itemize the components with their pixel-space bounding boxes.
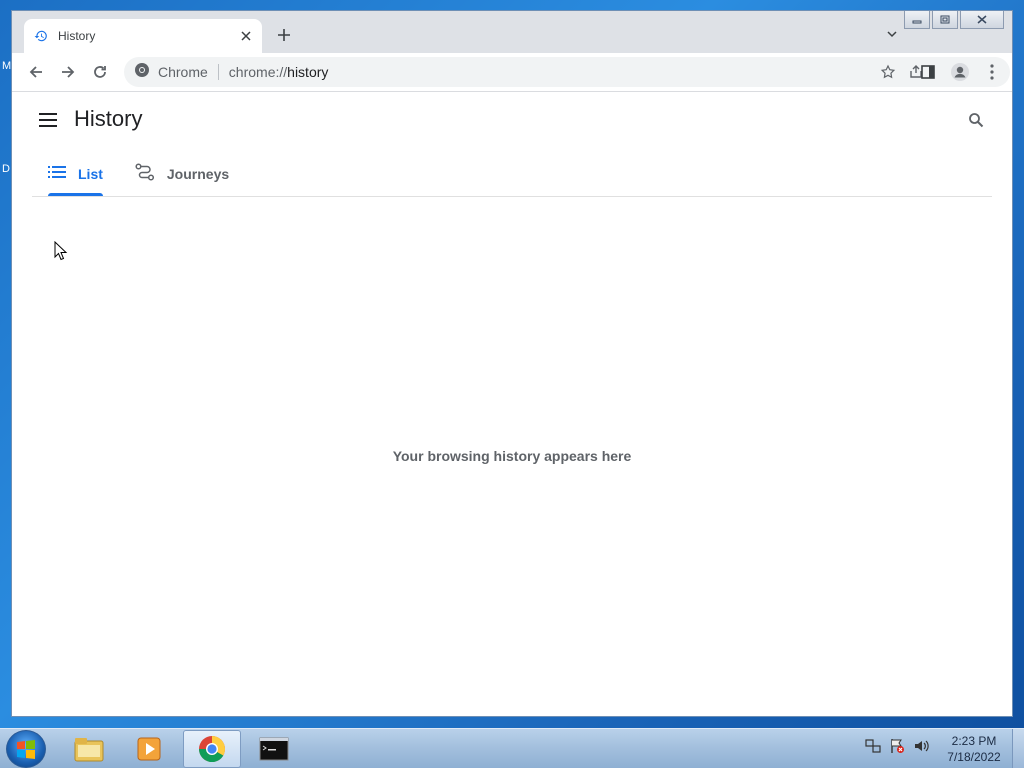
clock-time: 2:23 PM [951,734,997,748]
tab-strip: History [12,11,1012,53]
close-window-button[interactable] [960,11,1004,29]
browser-window: History Chrome chrome://history History … [11,10,1013,717]
toolbar-right [872,56,1008,88]
page-title: History [74,106,143,131]
reload-button[interactable] [84,56,116,88]
url-host: history [287,64,329,80]
history-icon [34,28,50,44]
chrome-taskbar-item[interactable] [183,730,241,768]
tab-journeys[interactable]: Journeys [135,154,229,194]
folder-icon [74,738,104,762]
url-scheme: chrome:// [228,64,288,80]
tab-history[interactable]: History [24,19,262,53]
forward-button[interactable] [52,56,84,88]
desktop-icon-label: D [2,163,10,175]
tabs-divider [32,196,992,197]
system-tray [864,737,936,755]
kebab-menu-icon[interactable] [976,56,1008,88]
profile-avatar-icon[interactable] [944,56,976,88]
page-header: History [12,92,1012,148]
browser-toolbar: Chrome chrome://history [12,53,1012,91]
site-chip-label: Chrome [158,64,208,80]
volume-icon[interactable] [912,737,930,755]
url-text: chrome://history [229,64,329,80]
desktop-icon-label: M [2,60,12,72]
chrome-logo-icon [198,736,226,763]
file-explorer-taskbar-item[interactable] [60,730,118,768]
start-button[interactable] [6,730,46,768]
restore-button[interactable] [932,11,958,29]
search-icon[interactable] [964,108,988,132]
site-info-chip[interactable]: Chrome [134,62,208,83]
action-center-flag-icon[interactable] [888,737,906,755]
taskbar-clock[interactable]: 2:23 PM 7/18/2022 [936,733,1012,765]
network-icon[interactable] [864,737,882,755]
terminal-icon [259,737,289,761]
tab-journeys-label: Journeys [166,166,230,182]
back-button[interactable] [20,56,52,88]
tab-search-chevron-icon[interactable] [885,27,901,43]
hamburger-menu-icon[interactable] [36,108,60,132]
empty-history-message: Your browsing history appears here [392,448,632,464]
bookmark-star-icon[interactable] [872,56,904,88]
journeys-icon [135,162,155,186]
taskbar: 2:23 PM 7/18/2022 [0,728,1024,768]
history-tabs: List Journeys [48,154,261,196]
close-icon[interactable] [236,26,256,46]
new-tab-button[interactable] [274,25,294,45]
tab-title: History [58,29,96,43]
windows-logo-icon [17,740,35,759]
clock-date: 7/18/2022 [947,750,1001,764]
chrome-icon [134,62,150,83]
command-prompt-taskbar-item[interactable] [245,730,303,768]
side-panel-icon[interactable] [912,56,944,88]
mouse-cursor-icon [54,240,68,266]
history-page: History List Journeys Your browsing hist… [12,92,1012,716]
show-desktop-button[interactable] [1012,729,1024,768]
list-icon [48,165,66,184]
media-player-taskbar-item[interactable] [120,730,178,768]
minimize-button[interactable] [904,11,930,29]
tab-list[interactable]: List [48,154,103,196]
omnibox-separator [217,64,219,80]
media-player-icon [137,737,161,761]
window-controls [902,11,1004,29]
tab-list-label: List [78,166,103,182]
